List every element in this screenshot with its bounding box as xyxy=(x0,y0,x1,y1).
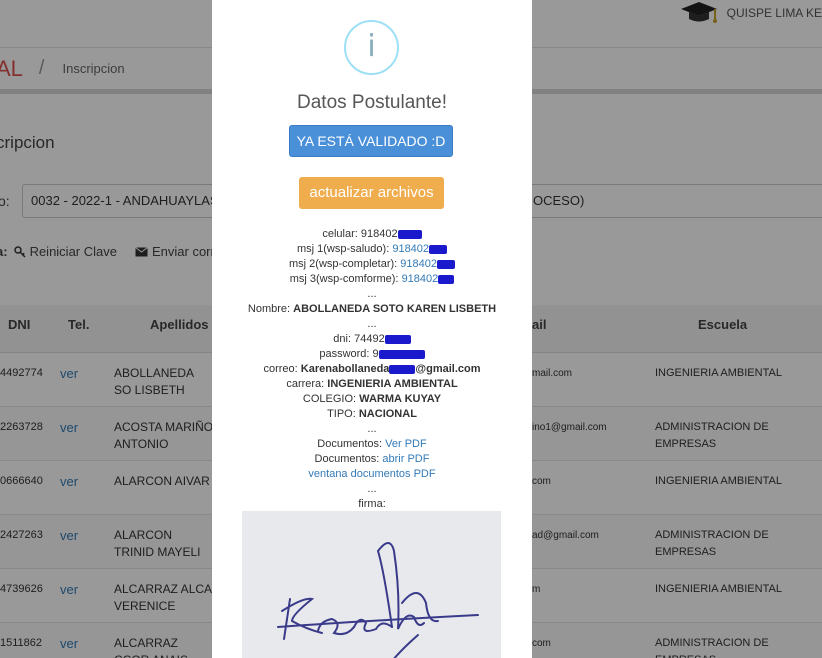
nombre-line: Nombre: ABOLLANEDA SOTO KAREN LISBETH xyxy=(212,302,532,317)
nombre-label: Nombre: xyxy=(247,303,291,315)
documents-label: Documentos: xyxy=(314,453,380,465)
redaction-mark xyxy=(438,274,455,284)
celular-line: celular: 918402 xyxy=(212,227,532,242)
dni-line: dni: 74492 xyxy=(212,332,532,347)
password-label: password: xyxy=(319,348,370,360)
msj3-line: msj 3(wsp-comforme): 918402 xyxy=(212,272,532,287)
dni-value: 74492 xyxy=(354,333,385,345)
documents-window-link[interactable]: ventana documentos PDF xyxy=(308,468,435,480)
correo-label: correo: xyxy=(263,363,298,375)
msj3-link[interactable]: 918402 xyxy=(402,273,439,285)
msj1-line: msj 1(wsp-saludo): 918402 xyxy=(212,242,532,257)
dni-label: dni: xyxy=(333,333,352,345)
redaction-mark xyxy=(389,364,416,374)
redaction-mark xyxy=(397,229,422,239)
redaction-mark xyxy=(436,259,455,269)
nombre-value: ABOLLANEDA SOTO KAREN LISBETH xyxy=(293,303,497,315)
colegio-value: WARMA KUYAY xyxy=(359,393,442,405)
update-files-button[interactable]: actualizar archivos xyxy=(299,177,444,209)
view-pdf-link[interactable]: Ver PDF xyxy=(385,438,427,450)
password-value: 9 xyxy=(372,348,379,360)
celular-value: 918402 xyxy=(360,228,398,240)
signature-image xyxy=(242,511,501,658)
colegio-line: COLEGIO: WARMA KUYAY xyxy=(212,392,532,407)
correo-value-start: Karenabollaneda xyxy=(300,363,390,375)
colegio-label: COLEGIO: xyxy=(302,393,357,405)
carrera-value: INGENIERIA AMBIENTAL xyxy=(327,378,458,390)
msj1-link[interactable]: 918402 xyxy=(392,243,429,255)
redaction-mark xyxy=(429,244,448,254)
documents-line-2: Documentos: abrir PDF xyxy=(212,452,532,467)
tipo-value: NACIONAL xyxy=(358,408,417,420)
celular-label: celular: xyxy=(322,228,358,240)
separator-dots: ... xyxy=(367,483,377,495)
documents-line-1: Documentos: Ver PDF xyxy=(212,437,532,452)
validated-button[interactable]: YA ESTÁ VALIDADO :D xyxy=(289,125,453,157)
applicant-data-modal: i Datos Postulante! YA ESTÁ VALIDADO :D … xyxy=(212,0,532,658)
documents-label: Documentos: xyxy=(317,438,383,450)
msj3-label: msj 3(wsp-comforme): xyxy=(289,273,399,285)
tipo-line: TIPO: NACIONAL xyxy=(212,407,532,422)
msj2-line: msj 2(wsp-completar): 918402 xyxy=(212,257,532,272)
documents-window-line: ventana documentos PDF xyxy=(212,467,532,482)
msj2-label: msj 2(wsp-completar): xyxy=(289,258,398,270)
carrera-label: carrera: xyxy=(286,378,325,390)
msj2-link[interactable]: 918402 xyxy=(400,258,437,270)
correo-value-end: @gmail.com xyxy=(415,363,481,375)
redaction-mark xyxy=(384,334,411,344)
firma-label: firma: xyxy=(358,498,386,510)
tipo-label: TIPO: xyxy=(327,408,356,420)
redaction-mark xyxy=(378,349,425,359)
modal-title: Datos Postulante! xyxy=(297,92,447,113)
applicant-details: celular: 918402 msj 1(wsp-saludo): 91840… xyxy=(212,227,532,512)
carrera-line: carrera: INGENIERIA AMBIENTAL xyxy=(212,377,532,392)
msj1-label: msj 1(wsp-saludo): xyxy=(296,243,390,255)
info-icon: i xyxy=(344,20,399,75)
correo-line: correo: Karenabollaneda @gmail.com xyxy=(212,362,532,377)
open-pdf-link[interactable]: abrir PDF xyxy=(382,453,429,465)
password-line: password: 9 xyxy=(212,347,532,362)
separator-dots: ... xyxy=(367,288,377,300)
separator-dots: ... xyxy=(367,423,377,435)
separator-dots: ... xyxy=(367,318,377,330)
signature-drawing xyxy=(242,511,501,658)
